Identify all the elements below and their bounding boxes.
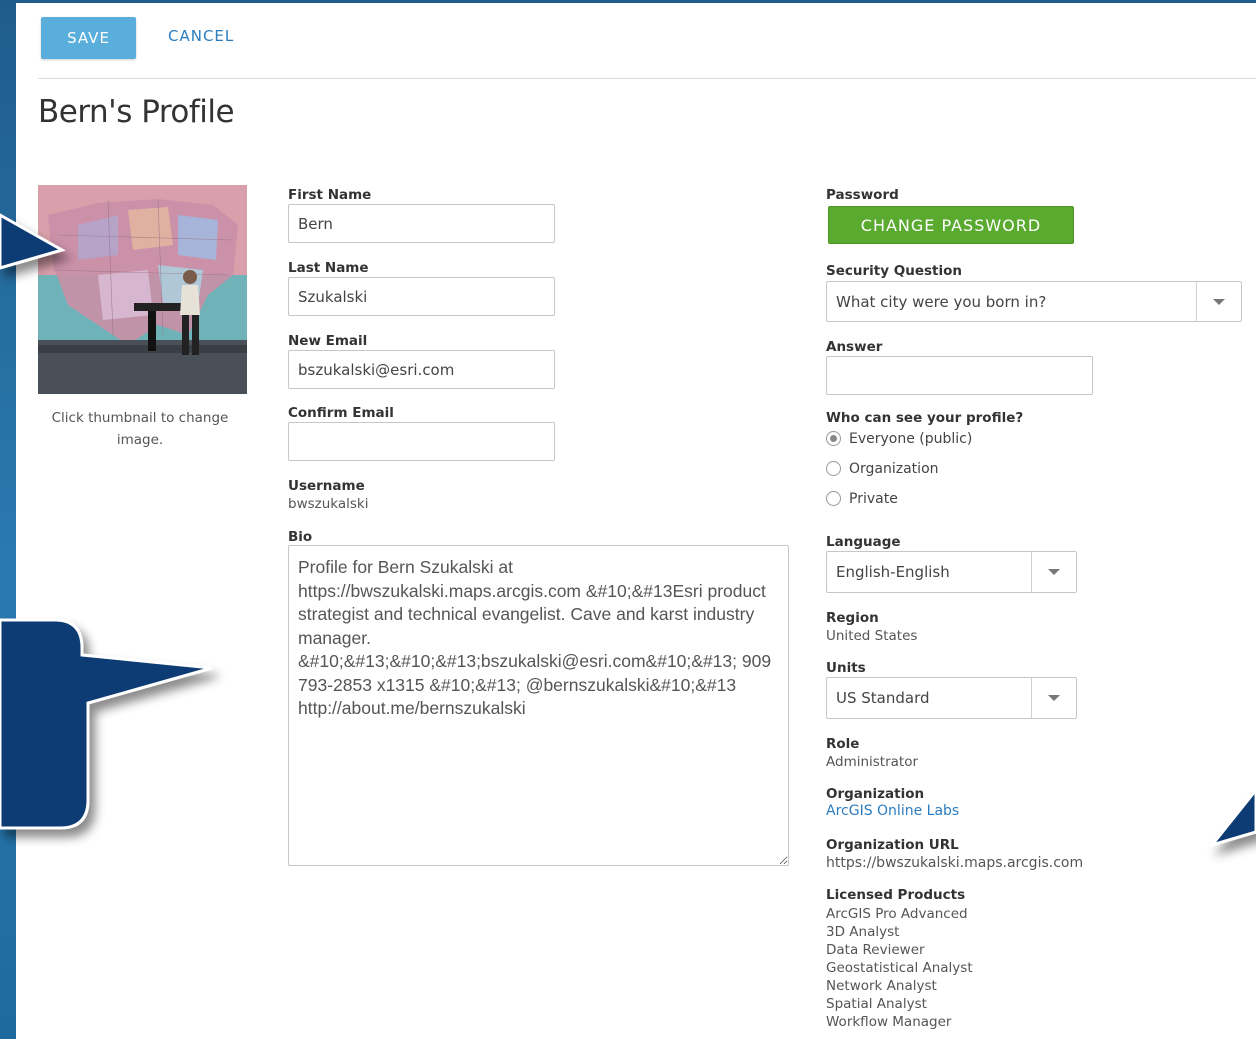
profile-thumbnail[interactable] [38, 185, 247, 394]
list-item: Geostatistical Analyst [826, 960, 973, 976]
list-item: 3D Analyst [826, 924, 900, 940]
chevron-down-icon [1213, 298, 1225, 305]
units-value: US Standard [836, 689, 930, 707]
profile-page: SAVE CANCEL Bern's Profile Click thumbna… [16, 0, 1256, 1039]
radio-icon[interactable] [826, 431, 841, 446]
units-select[interactable]: US Standard [826, 677, 1077, 719]
radio-option-everyone[interactable]: Everyone (public) [826, 431, 972, 447]
security-question-value: What city were you born in? [836, 292, 1047, 311]
organization-link[interactable]: ArcGIS Online Labs [826, 803, 959, 819]
last-name-input[interactable] [288, 277, 555, 316]
bio-label: Bio [288, 529, 313, 545]
visibility-label: Who can see your profile? [826, 410, 1024, 426]
chevron-down-icon [1048, 569, 1060, 575]
cancel-button[interactable]: CANCEL [168, 27, 234, 45]
organization-url-value: https://bwszukalski.maps.arcgis.com [826, 855, 1084, 871]
radio-icon[interactable] [826, 461, 841, 476]
licensed-products-label: Licensed Products [826, 887, 966, 903]
list-item: Network Analyst [826, 978, 937, 994]
select-divider [1196, 282, 1197, 321]
select-divider [1031, 552, 1032, 592]
new-email-label: New Email [288, 333, 368, 349]
radio-label: Everyone (public) [849, 431, 973, 447]
security-question-label: Security Question [826, 263, 962, 279]
thumbnail-caption: Click thumbnail to change image. [51, 410, 229, 448]
toolbar-divider [38, 78, 1256, 79]
list-item: ArcGIS Pro Advanced [826, 906, 968, 922]
region-label: Region [826, 610, 879, 626]
language-select[interactable]: English-English [826, 551, 1077, 593]
page-title: Bern's Profile [38, 94, 235, 130]
role-value: Administrator [826, 754, 919, 770]
list-item: Workflow Manager [826, 1014, 952, 1030]
radio-option-organization[interactable]: Organization [826, 461, 939, 477]
region-value: United States [826, 628, 918, 644]
list-item: Data Reviewer [826, 942, 925, 958]
password-label: Password [826, 187, 899, 203]
organization-url-label: Organization URL [826, 837, 959, 853]
role-label: Role [826, 736, 860, 752]
save-button[interactable]: SAVE [41, 17, 136, 59]
language-value: English-English [836, 563, 950, 581]
answer-input[interactable] [826, 356, 1093, 395]
radio-label: Private [849, 491, 898, 507]
last-name-label: Last Name [288, 260, 369, 276]
top-border [16, 0, 1256, 3]
units-label: Units [826, 660, 866, 676]
organization-label: Organization [826, 786, 925, 802]
language-label: Language [826, 534, 901, 550]
new-email-input[interactable] [288, 350, 555, 389]
first-name-input[interactable] [288, 204, 555, 243]
username-label: Username [288, 478, 365, 494]
confirm-email-input[interactable] [288, 422, 555, 461]
bio-textarea[interactable]: Profile for Bern Szukalski at https://bw… [288, 545, 789, 866]
chevron-down-icon [1048, 695, 1060, 701]
licensed-products-list: ArcGIS Pro Advanced 3D Analyst Data Revi… [826, 905, 973, 1031]
select-divider [1031, 678, 1032, 718]
radio-label: Organization [849, 461, 939, 477]
username-value: bwszukalski [288, 496, 369, 512]
first-name-label: First Name [288, 187, 372, 203]
confirm-email-label: Confirm Email [288, 405, 394, 421]
radio-icon[interactable] [826, 491, 841, 506]
security-question-select[interactable]: What city were you born in? [826, 281, 1242, 322]
answer-label: Answer [826, 339, 883, 355]
list-item: Spatial Analyst [826, 996, 927, 1012]
radio-option-private[interactable]: Private [826, 491, 898, 507]
change-password-button[interactable]: CHANGE PASSWORD [828, 206, 1074, 244]
